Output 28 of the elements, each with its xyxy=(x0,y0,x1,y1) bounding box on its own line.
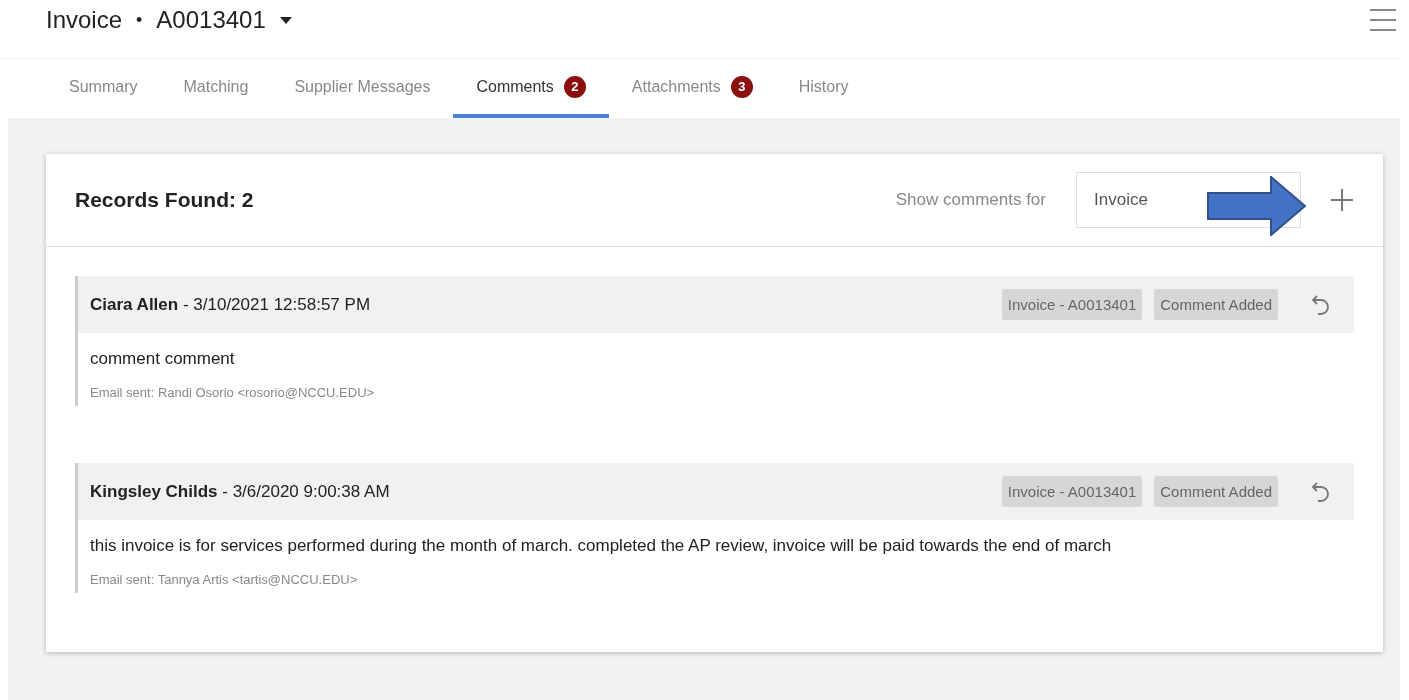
comment-text: comment comment xyxy=(89,348,236,369)
count-badge: 2 xyxy=(563,75,586,98)
comment-author: Ciara Allen - 3/10/2021 12:58:57 PM xyxy=(90,294,371,315)
comment-tag: Comment Added xyxy=(1154,476,1278,507)
tab[interactable]: Matching xyxy=(160,59,272,118)
caret-icon[interactable] xyxy=(279,16,292,24)
comment-tag: Invoice - A0013401 xyxy=(1001,289,1143,320)
undo-icon[interactable] xyxy=(1312,480,1330,503)
records-found: Records Found: 2 xyxy=(75,188,254,212)
filter-select[interactable]: Invoice xyxy=(1076,172,1301,228)
invoice-number: A0013401 xyxy=(156,6,266,34)
add-icon[interactable] xyxy=(1331,189,1353,211)
email-note: Email sent: Tannya Artis <tartis@NCCU.EDU> xyxy=(89,571,359,589)
comment-text: this invoice is for services performed during the month of march. completed the AP review, invoice will be paid towards the end of march xyxy=(89,535,1113,556)
invoice-title: Invoice xyxy=(46,6,123,34)
comment-author: Kingsley Childs - 3/6/2020 9:00:38 AM xyxy=(90,481,390,502)
comment-tag: Invoice - A0013401 xyxy=(1001,476,1143,507)
tab[interactable]: Supplier Messages xyxy=(271,59,454,118)
tab[interactable]: Attachments 3 xyxy=(608,59,776,118)
count-badge: 3 xyxy=(730,75,753,98)
menu-icon[interactable] xyxy=(1370,9,1396,31)
filter-label: Show comments for xyxy=(895,190,1046,210)
email-note: Email sent: Randi Osorio <rosorio@NCCU.EDU> xyxy=(89,384,376,402)
tab[interactable]: History xyxy=(775,59,872,118)
title-separator: • xyxy=(136,9,143,31)
comment-tag: Comment Added xyxy=(1154,289,1278,320)
undo-icon[interactable] xyxy=(1312,293,1330,316)
tab[interactable]: Summary xyxy=(46,59,161,118)
